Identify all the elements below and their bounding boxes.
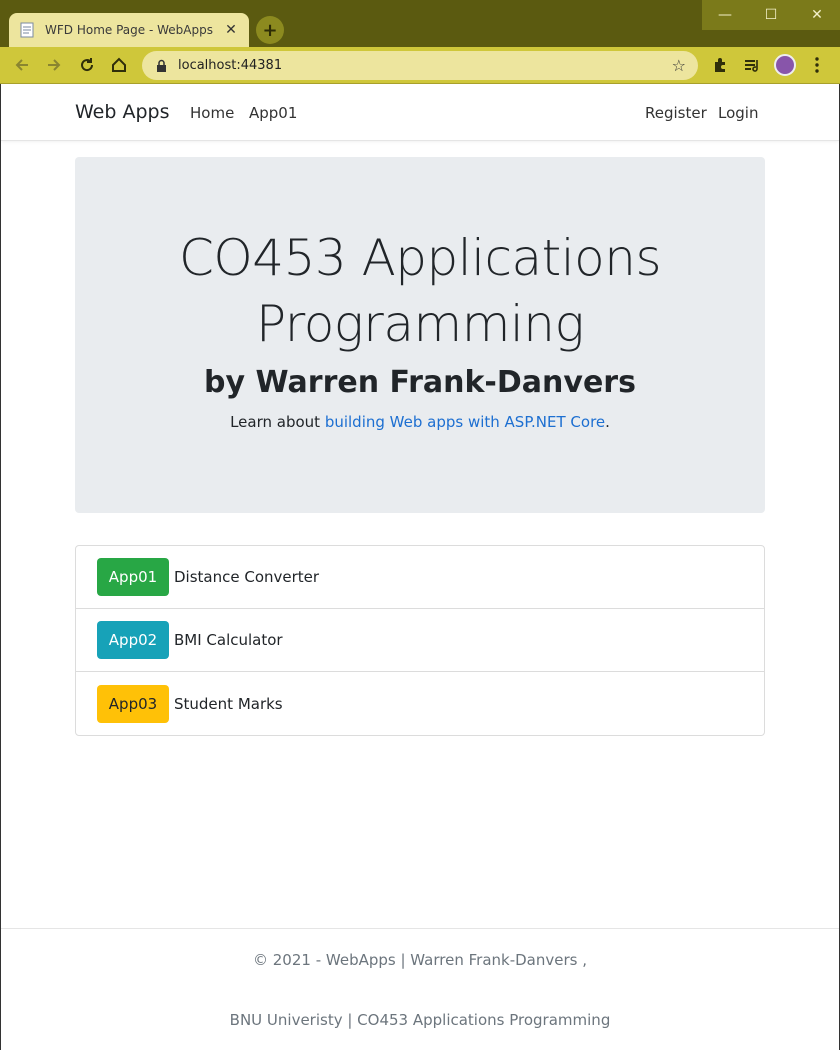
star-icon[interactable]: ☆ bbox=[672, 56, 686, 75]
jumbotron: CO453 Applications Programming by Warren… bbox=[75, 157, 765, 513]
browser-titlebar: WFD Home Page - WebApps ✕ + — ☐ ✕ bbox=[0, 0, 840, 47]
lead-text: Learn about building Web apps with ASP.N… bbox=[75, 413, 765, 431]
back-button[interactable] bbox=[8, 51, 36, 79]
lock-icon bbox=[154, 59, 168, 73]
extensions-button[interactable] bbox=[706, 51, 734, 79]
nav-link-login[interactable]: Login bbox=[718, 104, 758, 122]
maximize-button[interactable]: ☐ bbox=[748, 0, 794, 30]
site-navbar: Web Apps Home App01 Register Login bbox=[1, 84, 839, 141]
address-bar[interactable]: localhost:44381 ☆ bbox=[142, 51, 698, 80]
web-page: Web Apps Home App01 Register Login CO453… bbox=[0, 84, 840, 1050]
site-footer: © 2021 - WebApps | Warren Frank-Danvers … bbox=[1, 928, 839, 1050]
nav-link-app01[interactable]: App01 bbox=[249, 104, 297, 122]
nav-link-register[interactable]: Register bbox=[645, 104, 707, 122]
tab-close-icon[interactable]: ✕ bbox=[223, 22, 239, 38]
home-icon bbox=[112, 57, 126, 72]
page-title: CO453 Applications Programming bbox=[75, 225, 765, 357]
page-favicon-icon bbox=[19, 22, 35, 38]
list-item: App01 Distance Converter bbox=[76, 546, 764, 609]
navbar-brand[interactable]: Web Apps bbox=[75, 101, 169, 123]
footer-copyright: © 2021 - WebApps | Warren Frank-Danvers … bbox=[253, 951, 587, 969]
arrow-right-icon bbox=[48, 59, 61, 71]
footer-institution: BNU Univeristy | CO453 Applications Prog… bbox=[229, 1011, 611, 1029]
lead-prefix: Learn about bbox=[230, 413, 325, 431]
reload-icon bbox=[81, 58, 94, 72]
nav-link-home[interactable]: Home bbox=[190, 104, 234, 122]
list-item: App02 BMI Calculator bbox=[76, 609, 764, 672]
app02-label: BMI Calculator bbox=[174, 631, 283, 649]
tab-title: WFD Home Page - WebApps bbox=[45, 23, 213, 37]
page-title-line1: CO453 Applications bbox=[178, 229, 662, 287]
page-title-line2: Programming bbox=[255, 295, 585, 353]
url-text: localhost:44381 bbox=[178, 58, 283, 73]
lead-suffix: . bbox=[605, 413, 610, 431]
app-list: App01 Distance Converter App02 BMI Calcu… bbox=[75, 545, 765, 736]
arrow-left-icon bbox=[15, 59, 28, 71]
aspnet-core-link[interactable]: building Web apps with ASP.NET Core bbox=[325, 413, 605, 431]
app03-button[interactable]: App03 bbox=[97, 684, 169, 723]
close-window-button[interactable]: ✕ bbox=[794, 0, 840, 30]
puzzle-icon bbox=[715, 58, 725, 72]
forward-button[interactable] bbox=[40, 51, 68, 79]
list-item: App03 Student Marks bbox=[76, 672, 764, 735]
app02-button[interactable]: App02 bbox=[97, 621, 169, 659]
home-button[interactable] bbox=[105, 51, 133, 79]
browser-tab[interactable]: WFD Home Page - WebApps ✕ bbox=[9, 13, 249, 47]
app01-button[interactable]: App01 bbox=[97, 558, 169, 596]
page-subtitle: by Warren Frank-Danvers bbox=[204, 365, 636, 400]
app03-label: Student Marks bbox=[174, 694, 283, 713]
browser-menu-button[interactable] bbox=[803, 51, 831, 79]
reading-list-icon bbox=[745, 60, 758, 72]
more-vertical-icon bbox=[815, 57, 819, 73]
reading-list-button[interactable] bbox=[738, 51, 766, 79]
reload-button[interactable] bbox=[73, 51, 101, 79]
browser-toolbar: localhost:44381 ☆ bbox=[0, 47, 840, 84]
profile-avatar[interactable] bbox=[774, 54, 796, 76]
minimize-button[interactable]: — bbox=[702, 0, 748, 30]
new-tab-button[interactable]: + bbox=[256, 16, 284, 44]
app01-label: Distance Converter bbox=[174, 568, 320, 586]
